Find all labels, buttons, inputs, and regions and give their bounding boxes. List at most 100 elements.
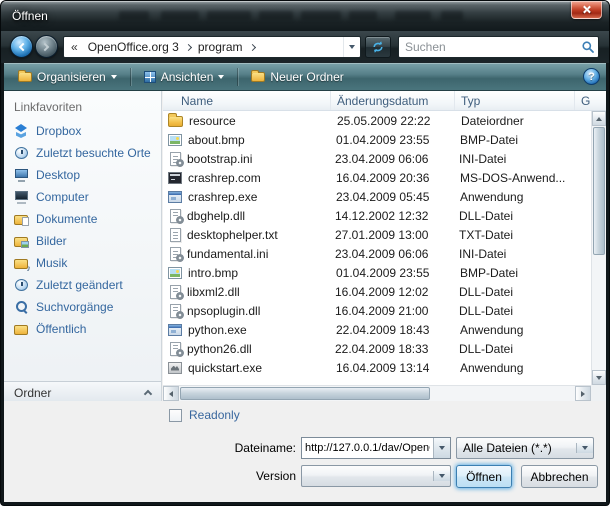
- sidebar-item-documents[interactable]: Dokumente: [4, 208, 161, 230]
- image-file-icon: [168, 134, 182, 146]
- scroll-right-button[interactable]: [575, 386, 591, 401]
- file-date: 22.04.2009 18:33: [329, 342, 453, 356]
- file-date: 16.04.2009 20:36: [330, 171, 454, 185]
- scroll-left-button[interactable]: [163, 386, 179, 401]
- filetype-select[interactable]: Alle Dateien (*.*): [456, 437, 594, 459]
- filetype-dropdown-button[interactable]: [576, 443, 593, 453]
- chevron-up-icon: [144, 390, 152, 398]
- chevron-down-icon: [218, 75, 224, 82]
- triangle-up-icon: [596, 117, 602, 121]
- file-row[interactable]: crashrep.exe 23.04.2009 05:45 Anwendung: [163, 187, 591, 206]
- open-button[interactable]: Öffnen: [456, 465, 512, 488]
- sidebar-item-label: Desktop: [36, 168, 80, 182]
- cancel-button[interactable]: Abbrechen: [521, 465, 598, 488]
- readonly-checkbox[interactable]: [169, 409, 182, 422]
- breadcrumb-item-program[interactable]: program: [193, 38, 248, 56]
- breadcrumb-separator-icon: [249, 43, 256, 50]
- file-row[interactable]: desktophelper.txt 27.01.2009 13:00 TXT-D…: [163, 225, 591, 244]
- vertical-scrollbar[interactable]: [591, 111, 606, 385]
- sidebar-item-pictures[interactable]: Bilder: [4, 230, 161, 252]
- folders-expander[interactable]: Ordner: [4, 381, 161, 403]
- version-select[interactable]: [301, 465, 451, 487]
- glass-reflection: [119, 11, 149, 20]
- new-folder-button[interactable]: Neuer Ordner: [243, 66, 351, 88]
- search-input[interactable]: [399, 40, 578, 54]
- file-type: BMP-Datei: [454, 266, 574, 280]
- dialog-window: Öffnen « OpenOffice.org 3 program: [0, 0, 610, 506]
- toolbar-separator: [237, 68, 238, 86]
- sidebar-item-label: Zuletzt besuchte Orte: [36, 146, 151, 160]
- file-row[interactable]: resource 25.05.2009 22:22 Dateiordner: [163, 111, 591, 130]
- title-bar[interactable]: Öffnen: [1, 1, 609, 31]
- favorites-sidebar: Linkfavoriten Dropbox Zuletzt besuchte O…: [4, 91, 162, 403]
- refresh-button[interactable]: [365, 36, 391, 58]
- organize-folder-icon: [18, 72, 32, 82]
- file-row[interactable]: quickstart.exe 16.04.2009 13:14 Anwendun…: [163, 358, 591, 377]
- file-type: Anwendung: [454, 361, 574, 375]
- file-row[interactable]: npsoplugin.dll 16.04.2009 21:00 DLL-Date…: [163, 301, 591, 320]
- sidebar-item-music[interactable]: Musik: [4, 252, 161, 274]
- image-file-icon: [168, 267, 182, 279]
- chevron-down-icon: [349, 45, 355, 52]
- back-button[interactable]: [10, 35, 33, 58]
- dll-file-icon: [170, 304, 181, 318]
- filetype-value: Alle Dateien (*.*): [457, 441, 576, 455]
- recently-changed-icon: [14, 278, 29, 292]
- file-type: INI-Datei: [453, 152, 573, 166]
- file-name: fundamental.ini: [187, 247, 329, 261]
- sidebar-item-searches[interactable]: Suchvorgänge: [4, 296, 161, 318]
- file-row[interactable]: python26.dll 22.04.2009 18:33 DLL-Datei: [163, 339, 591, 358]
- scroll-down-button[interactable]: [592, 370, 606, 385]
- address-history-dropdown[interactable]: [343, 37, 360, 57]
- pictures-folder-icon: [14, 234, 29, 248]
- sidebar-item-desktop[interactable]: Desktop: [4, 164, 161, 186]
- open-file-dialog: Öffnen « OpenOffice.org 3 program: [0, 0, 610, 506]
- readonly-label[interactable]: Readonly: [189, 408, 240, 422]
- file-date: 23.04.2009 06:06: [329, 247, 453, 261]
- horizontal-scroll-thumb[interactable]: [180, 387, 430, 400]
- column-header-row: Name Änderungsdatum Typ G: [163, 91, 606, 111]
- sidebar-item-dropbox[interactable]: Dropbox: [4, 120, 161, 142]
- desktop-icon: [14, 168, 29, 182]
- file-type: Dateiordner: [455, 114, 575, 128]
- file-row[interactable]: crashrep.com 16.04.2009 20:36 MS-DOS-Anw…: [163, 168, 591, 187]
- file-row[interactable]: bootstrap.ini 23.04.2009 06:06 INI-Datei: [163, 149, 591, 168]
- views-button[interactable]: Ansichten: [136, 66, 233, 88]
- chevron-down-icon: [439, 446, 445, 453]
- column-header-size[interactable]: G: [575, 91, 606, 110]
- toolbar-separator: [130, 68, 131, 86]
- sidebar-item-recent-places[interactable]: Zuletzt besuchte Orte: [4, 142, 161, 164]
- file-row[interactable]: about.bmp 01.04.2009 23:55 BMP-Datei: [163, 130, 591, 149]
- forward-button[interactable]: [35, 35, 58, 58]
- column-header-type[interactable]: Typ: [455, 91, 575, 110]
- file-row[interactable]: dbghelp.dll 14.12.2002 12:32 DLL-Datei: [163, 206, 591, 225]
- file-row[interactable]: libxml2.dll 16.04.2009 12:02 DLL-Datei: [163, 282, 591, 301]
- file-row[interactable]: intro.bmp 01.04.2009 23:55 BMP-Datei: [163, 263, 591, 282]
- file-type: DLL-Datei: [453, 342, 573, 356]
- file-date: 16.04.2009 13:14: [330, 361, 454, 375]
- close-icon: [582, 5, 591, 14]
- filename-input[interactable]: [302, 438, 433, 458]
- sidebar-item-recently-changed[interactable]: Zuletzt geändert: [4, 274, 161, 296]
- version-dropdown-button[interactable]: [433, 471, 450, 481]
- filename-dropdown-button[interactable]: [433, 438, 450, 458]
- file-row[interactable]: python.exe 22.04.2009 18:43 Anwendung: [163, 320, 591, 339]
- close-button[interactable]: [571, 1, 602, 19]
- file-row[interactable]: fundamental.ini 23.04.2009 06:06 INI-Dat…: [163, 244, 591, 263]
- column-header-name[interactable]: Name: [163, 91, 331, 110]
- breadcrumb[interactable]: « OpenOffice.org 3 program: [63, 36, 361, 58]
- sidebar-item-computer[interactable]: Computer: [4, 186, 161, 208]
- breadcrumb-item-openoffice[interactable]: OpenOffice.org 3: [83, 38, 184, 56]
- horizontal-scrollbar[interactable]: [163, 385, 591, 401]
- search-icon[interactable]: [578, 40, 598, 54]
- dialog-footer: Readonly Dateiname: Alle Dateien (*.*) V…: [4, 401, 606, 502]
- refresh-icon: [371, 40, 385, 54]
- breadcrumb-overflow-button[interactable]: «: [64, 40, 83, 54]
- glass-reflection: [161, 11, 199, 20]
- vertical-scroll-thumb[interactable]: [593, 127, 605, 255]
- scroll-up-button[interactable]: [592, 111, 606, 126]
- organize-button[interactable]: Organisieren: [10, 66, 125, 88]
- help-button[interactable]: ?: [583, 68, 600, 85]
- sidebar-item-public[interactable]: Öffentlich: [4, 318, 161, 340]
- column-header-date[interactable]: Änderungsdatum: [331, 91, 455, 110]
